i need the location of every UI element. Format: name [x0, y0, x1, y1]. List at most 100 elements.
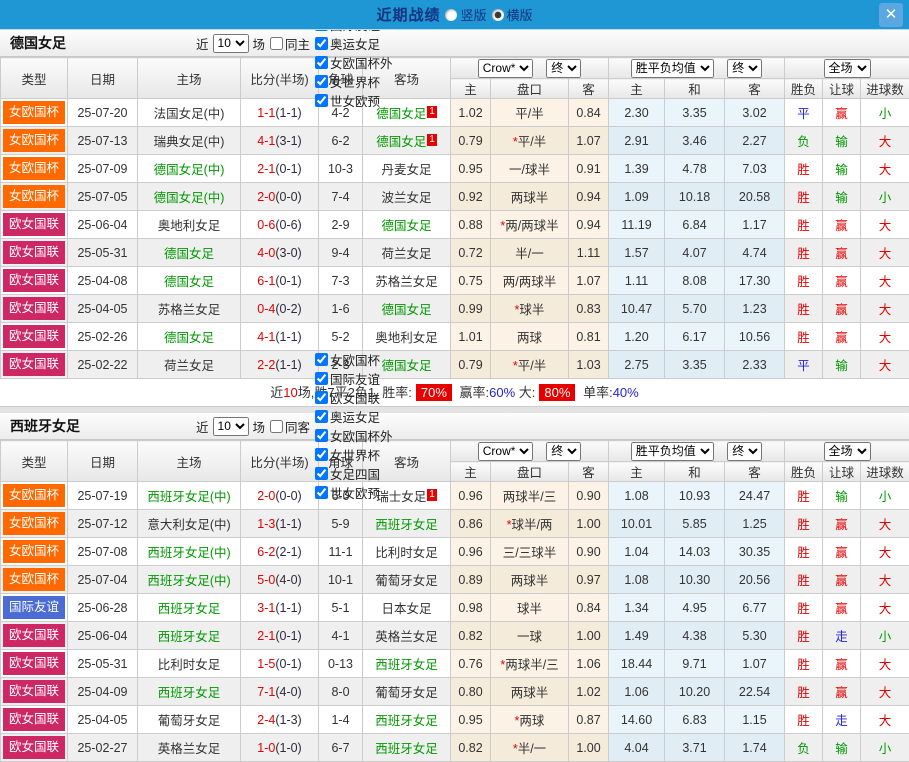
league-checkbox[interactable] — [315, 467, 328, 480]
window-title: 近期战绩 — [376, 4, 440, 25]
eu-away-odds: 24.47 — [725, 482, 785, 510]
same-venue-filter[interactable]: 同主 — [270, 34, 311, 53]
ah-away-odds: 1.02 — [569, 678, 609, 706]
eu-away-odds: 2.27 — [725, 127, 785, 155]
goals-result: 小 — [861, 482, 909, 510]
league-filter[interactable]: 女欧国杯外 — [315, 426, 394, 445]
league-filter[interactable]: 奥运女足 — [315, 407, 394, 426]
fulltime-score: 3-1 — [257, 601, 275, 615]
same-venue-label: 同客 — [285, 417, 310, 436]
eu-home-odds: 1.09 — [609, 183, 665, 211]
match-type-badge: 女欧国杯 — [3, 512, 65, 535]
league-checkbox[interactable] — [315, 410, 328, 423]
league-checkbox[interactable] — [315, 75, 328, 88]
match-date: 25-05-31 — [68, 650, 138, 678]
halftime-score: (0-1) — [275, 629, 301, 643]
league-checkbox[interactable] — [315, 429, 328, 442]
ah-away-odds: 0.91 — [569, 155, 609, 183]
ah-away-odds: 1.11 — [569, 239, 609, 267]
corner-score: 1-4 — [319, 706, 363, 734]
same-venue-filter[interactable]: 同客 — [270, 417, 311, 436]
title-group: 近期战绩 竖版 横版 — [376, 4, 532, 25]
odds-provider-select[interactable]: Crow* — [478, 59, 533, 78]
vertical-layout-radio[interactable]: 竖版 — [445, 5, 486, 24]
league-filters: 女欧国杯国际友谊欧女国联奥运女足女欧国杯外女世界杯女足四国世女欧预 — [312, 350, 394, 502]
match-result: 胜 — [785, 706, 823, 734]
match-row: 欧女国联 25-04-09 西班牙女足 7-1(4-0) 8-0 葡萄牙女足 0… — [1, 678, 909, 706]
match-date: 25-02-26 — [68, 323, 138, 351]
league-checkbox[interactable] — [315, 372, 328, 385]
league-filter[interactable]: 奥运女足 — [315, 34, 394, 53]
eu-home-odds: 1.57 — [609, 239, 665, 267]
col-header-date: 日期 — [68, 58, 138, 99]
horizontal-layout-radio[interactable]: 横版 — [492, 5, 533, 24]
summary-line: 近10场,胜7平2负1, 胜率:70% 赢率:60% 大:80% 单率:40% — [0, 379, 909, 407]
radio-icon[interactable] — [445, 9, 457, 21]
ah-line: 一球 — [491, 622, 569, 650]
league-label: 国际友谊 — [330, 369, 380, 388]
wdl-final-select[interactable]: 终 — [727, 59, 762, 78]
ah-home-odds: 0.80 — [451, 678, 491, 706]
vertical-layout-label: 竖版 — [460, 5, 486, 24]
scope-select[interactable]: 全场 — [824, 442, 871, 461]
eu-home-odds: 2.30 — [609, 99, 665, 127]
match-row: 女欧国杯 25-07-04 西班牙女足(中) 5-0(4-0) 10-1 葡萄牙… — [1, 566, 909, 594]
goals-result: 大 — [861, 267, 909, 295]
summary-text: 赢率: — [456, 385, 489, 400]
same-venue-checkbox[interactable] — [270, 420, 283, 433]
goals-result: 大 — [861, 239, 909, 267]
ah-result: 赢 — [823, 323, 861, 351]
ah-line: 两球 — [491, 323, 569, 351]
scope-select[interactable]: 全场 — [824, 59, 871, 78]
ah-home-odds: 0.72 — [451, 239, 491, 267]
odds-final-select[interactable]: 终 — [546, 442, 581, 461]
league-filter[interactable]: 国际友谊 — [315, 369, 394, 388]
close-button[interactable]: ✕ — [879, 3, 903, 27]
league-filter[interactable]: 女世界杯 — [315, 445, 394, 464]
league-checkbox[interactable] — [315, 353, 328, 366]
wdl-mean-select[interactable]: 胜平负均值 — [631, 59, 714, 78]
ah-home-odds: 0.92 — [451, 183, 491, 211]
team-section: 西班牙女足 近 10 场 同客 女欧国杯国际友谊欧女国联奥运女足女欧国杯外女世界… — [0, 407, 909, 762]
rate-badge: 70% — [416, 384, 452, 401]
eu-away-odds: 1.74 — [725, 734, 785, 762]
corner-score: 6-2 — [319, 127, 363, 155]
league-checkbox[interactable] — [315, 94, 328, 107]
ah-result: 走 — [823, 622, 861, 650]
league-filter[interactable]: 女欧国杯 — [315, 350, 394, 369]
odds-final-select[interactable]: 终 — [546, 59, 581, 78]
league-checkbox[interactable] — [315, 56, 328, 69]
wdl-mean-select[interactable]: 胜平负均值 — [631, 442, 714, 461]
match-row: 欧女国联 25-04-05 苏格兰女足 0-4(0-2) 1-6 德国女足 0.… — [1, 295, 909, 323]
match-count-select[interactable]: 10 — [213, 417, 249, 436]
ah-home-odds: 0.96 — [451, 538, 491, 566]
match-result: 胜 — [785, 566, 823, 594]
match-score: 3-1(1-1) — [241, 594, 319, 622]
eu-away-odds: 6.77 — [725, 594, 785, 622]
goals-result: 大 — [861, 566, 909, 594]
ah-odds-group-header: Crow* 终 — [451, 441, 609, 462]
home-team: 葡萄牙女足 — [138, 706, 241, 734]
league-filter[interactable]: 女足四国 — [315, 464, 394, 483]
ah-home-odds: 1.01 — [451, 323, 491, 351]
col-header-ah-line: 盘口 — [491, 462, 569, 482]
radio-icon[interactable] — [492, 9, 504, 21]
goals-result: 大 — [861, 211, 909, 239]
league-checkbox[interactable] — [315, 391, 328, 404]
match-date: 25-07-05 — [68, 183, 138, 211]
league-checkbox[interactable] — [315, 448, 328, 461]
odds-provider-select[interactable]: Crow* — [478, 442, 533, 461]
away-team: 奥地利女足 — [363, 323, 451, 351]
league-filter[interactable]: 欧女国联 — [315, 388, 394, 407]
league-checkbox[interactable] — [315, 486, 328, 499]
same-venue-checkbox[interactable] — [270, 37, 283, 50]
ah-line: *球半 — [491, 295, 569, 323]
match-date: 25-07-08 — [68, 538, 138, 566]
ah-result: 输 — [823, 155, 861, 183]
match-count-select[interactable]: 10 — [213, 34, 249, 53]
league-filter[interactable]: 女欧国杯外 — [315, 53, 394, 72]
league-checkbox[interactable] — [315, 37, 328, 50]
match-score: 2-1(0-1) — [241, 155, 319, 183]
wdl-final-select[interactable]: 终 — [727, 442, 762, 461]
league-filter[interactable]: 女世界杯 — [315, 72, 394, 91]
